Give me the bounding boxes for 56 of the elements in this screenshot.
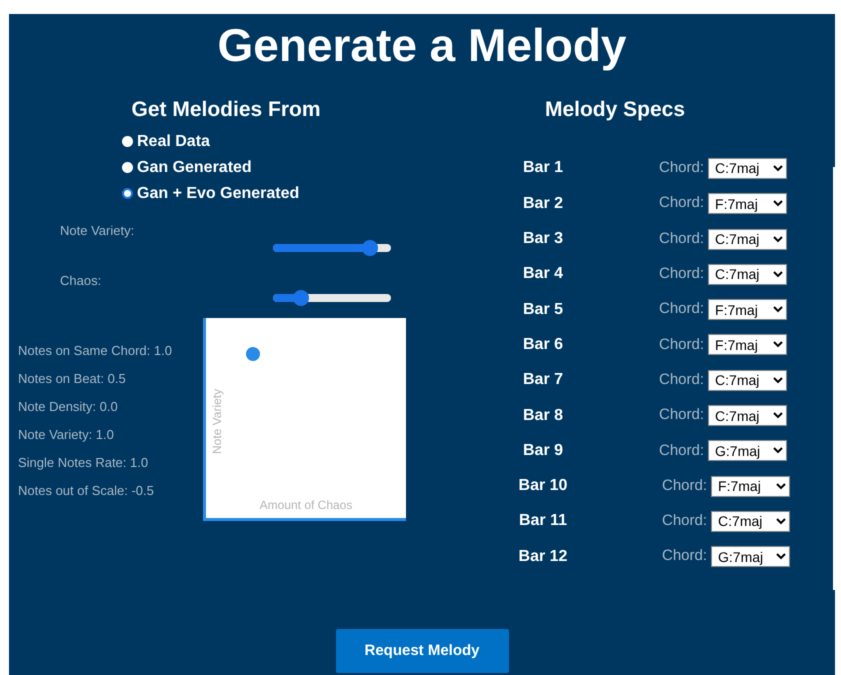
slider-label: Note Variety: <box>60 222 136 240</box>
chord-dropdown[interactable]: C:7maj <box>708 370 788 391</box>
chord-label: Chord: <box>659 228 704 249</box>
request-melody-button[interactable]: Request Melody <box>336 629 508 673</box>
bar-label: Bar 7 <box>522 370 564 390</box>
chord-dropdown[interactable]: C:7maj <box>708 264 788 285</box>
slider-label: Chaos: <box>60 272 102 290</box>
chord-label: Chord: <box>662 546 708 566</box>
bar-label: Bar 6 <box>522 334 564 355</box>
bar-label: Bar 8 <box>522 406 564 426</box>
chord-label: Chord: <box>659 264 704 284</box>
chord-label: Chord: <box>662 511 708 532</box>
chord-dropdown[interactable]: F:7maj <box>708 299 788 320</box>
data-point <box>246 346 260 361</box>
bar-label: Bar 12 <box>518 546 568 567</box>
chord-dropdown[interactable]: C:7maj <box>711 510 790 532</box>
chord-label: Chord: <box>662 476 708 496</box>
stat-text: Note Density: 0.0 <box>18 398 119 416</box>
stat-text: Notes on Same Chord: 1.0 <box>18 342 173 360</box>
chord-dropdown[interactable]: C:7maj <box>708 158 788 179</box>
slider[interactable] <box>273 290 391 306</box>
stat-text: Notes out of Scale: -0.5 <box>18 482 155 500</box>
stat-text: Single Notes Rate: 1.0 <box>18 454 150 472</box>
axis-label: Note Variety <box>209 388 225 454</box>
bar-label: Bar 4 <box>522 264 564 284</box>
axis-label: Amount of Chaos <box>258 496 354 514</box>
chord-label: Chord: <box>659 405 704 426</box>
chord-label: Chord: <box>659 334 704 355</box>
chord-label: Chord: <box>659 193 704 214</box>
bar-label: Bar 5 <box>522 300 564 320</box>
radio-option[interactable]: Gan + Evo Generated <box>122 180 439 207</box>
radio-option[interactable]: Real Data <box>122 128 439 155</box>
chord-label: Chord: <box>659 158 704 178</box>
chord-dropdown[interactable]: C:7maj <box>708 228 788 250</box>
chord-label: Chord: <box>659 299 704 320</box>
chord-label: Chord: <box>659 440 704 461</box>
page-title: Generate a Melody <box>216 18 628 71</box>
chord-dropdown[interactable]: C:7maj <box>708 405 788 426</box>
bar-label: Bar 11 <box>518 511 568 532</box>
section-heading: Get Melodies From <box>131 96 321 122</box>
bar-label: Bar 1 <box>522 158 564 178</box>
bar-label: Bar 9 <box>522 440 564 461</box>
bar-label: Bar 2 <box>522 194 564 214</box>
bar-label: Bar 3 <box>522 229 564 250</box>
chord-dropdown[interactable]: F:7maj <box>708 193 788 214</box>
section-heading: Melody Specs <box>544 96 686 122</box>
chord-label: Chord: <box>659 370 704 390</box>
chord-dropdown[interactable]: F:7maj <box>711 476 790 497</box>
stat-text: Notes on Beat: 0.5 <box>18 370 127 388</box>
radio-option[interactable]: Gan Generated <box>122 154 439 181</box>
chord-dropdown[interactable]: F:7maj <box>708 334 788 356</box>
chord-dropdown[interactable]: G:7maj <box>708 440 788 462</box>
bar-label: Bar 10 <box>518 476 568 496</box>
stat-text: Note Variety: 1.0 <box>18 426 115 444</box>
chord-dropdown[interactable]: G:7maj <box>711 546 790 568</box>
slider[interactable] <box>273 240 391 256</box>
